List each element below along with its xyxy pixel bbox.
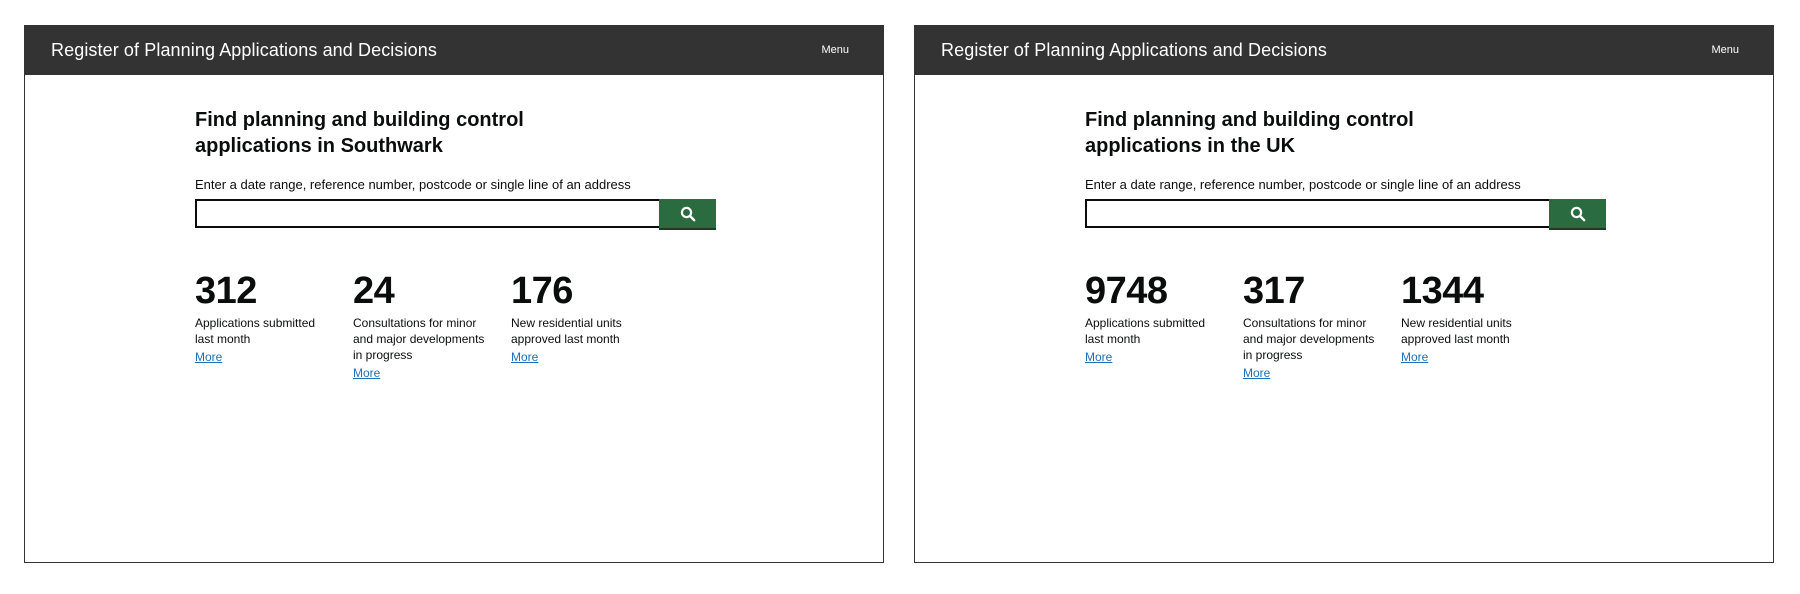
stat-applications: 312 Applications submitted last month Mo… [195, 271, 335, 366]
more-link[interactable]: More [1243, 366, 1270, 380]
search-button[interactable] [1549, 199, 1606, 228]
search-input[interactable] [195, 199, 659, 228]
stat-number: 176 [511, 270, 573, 312]
stat-label: Applications submitted last month [195, 316, 316, 346]
page-heading: Find planning and building control appli… [195, 109, 524, 157]
more-link[interactable]: More [195, 350, 222, 364]
search-hint: Enter a date range, reference number, po… [1085, 177, 1521, 192]
stat-number: 9748 [1085, 270, 1168, 312]
menu-button[interactable]: Menu [821, 44, 849, 56]
stat-consultations: 24 Consultations for minor and major dev… [353, 271, 493, 382]
stat-number: 24 [353, 270, 395, 312]
screen-uk: Register of Planning Applications and De… [914, 25, 1774, 563]
stat-label: New residential units approved last mont… [1401, 316, 1512, 346]
stat-number: 317 [1243, 270, 1305, 312]
menu-button[interactable]: Menu [1711, 44, 1739, 56]
search-icon [1570, 206, 1585, 221]
main-content: Find planning and building control appli… [1085, 107, 1645, 391]
stat-label: New residential units approved last mont… [511, 316, 622, 346]
stat-number: 1344 [1401, 270, 1484, 312]
more-link[interactable]: More [353, 366, 380, 380]
screen-southwark: Register of Planning Applications and De… [24, 25, 884, 563]
statistics: 312 Applications submitted last month Mo… [195, 271, 755, 391]
statistics: 9748 Applications submitted last month M… [1085, 271, 1645, 391]
stat-residential-units: 1344 New residential units approved last… [1401, 271, 1541, 366]
search-icon [680, 206, 695, 221]
page-heading: Find planning and building control appli… [1085, 109, 1414, 157]
site-title[interactable]: Register of Planning Applications and De… [941, 40, 1327, 61]
search-hint: Enter a date range, reference number, po… [195, 177, 631, 192]
site-title[interactable]: Register of Planning Applications and De… [51, 40, 437, 61]
search-bar [1085, 199, 1606, 228]
search-input[interactable] [1085, 199, 1549, 228]
search-button[interactable] [659, 199, 716, 228]
site-header: Register of Planning Applications and De… [915, 26, 1773, 75]
stat-consultations: 317 Consultations for minor and major de… [1243, 271, 1383, 382]
stat-label: Consultations for minor and major develo… [1243, 316, 1375, 362]
search-bar [195, 199, 716, 228]
stat-applications: 9748 Applications submitted last month M… [1085, 271, 1225, 366]
more-link[interactable]: More [1085, 350, 1112, 364]
more-link[interactable]: More [511, 350, 538, 364]
more-link[interactable]: More [1401, 350, 1428, 364]
stat-number: 312 [195, 270, 257, 312]
site-header: Register of Planning Applications and De… [25, 26, 883, 75]
stat-label: Consultations for minor and major develo… [353, 316, 485, 362]
stat-residential-units: 176 New residential units approved last … [511, 271, 651, 366]
stat-label: Applications submitted last month [1085, 316, 1206, 346]
main-content: Find planning and building control appli… [195, 107, 755, 391]
